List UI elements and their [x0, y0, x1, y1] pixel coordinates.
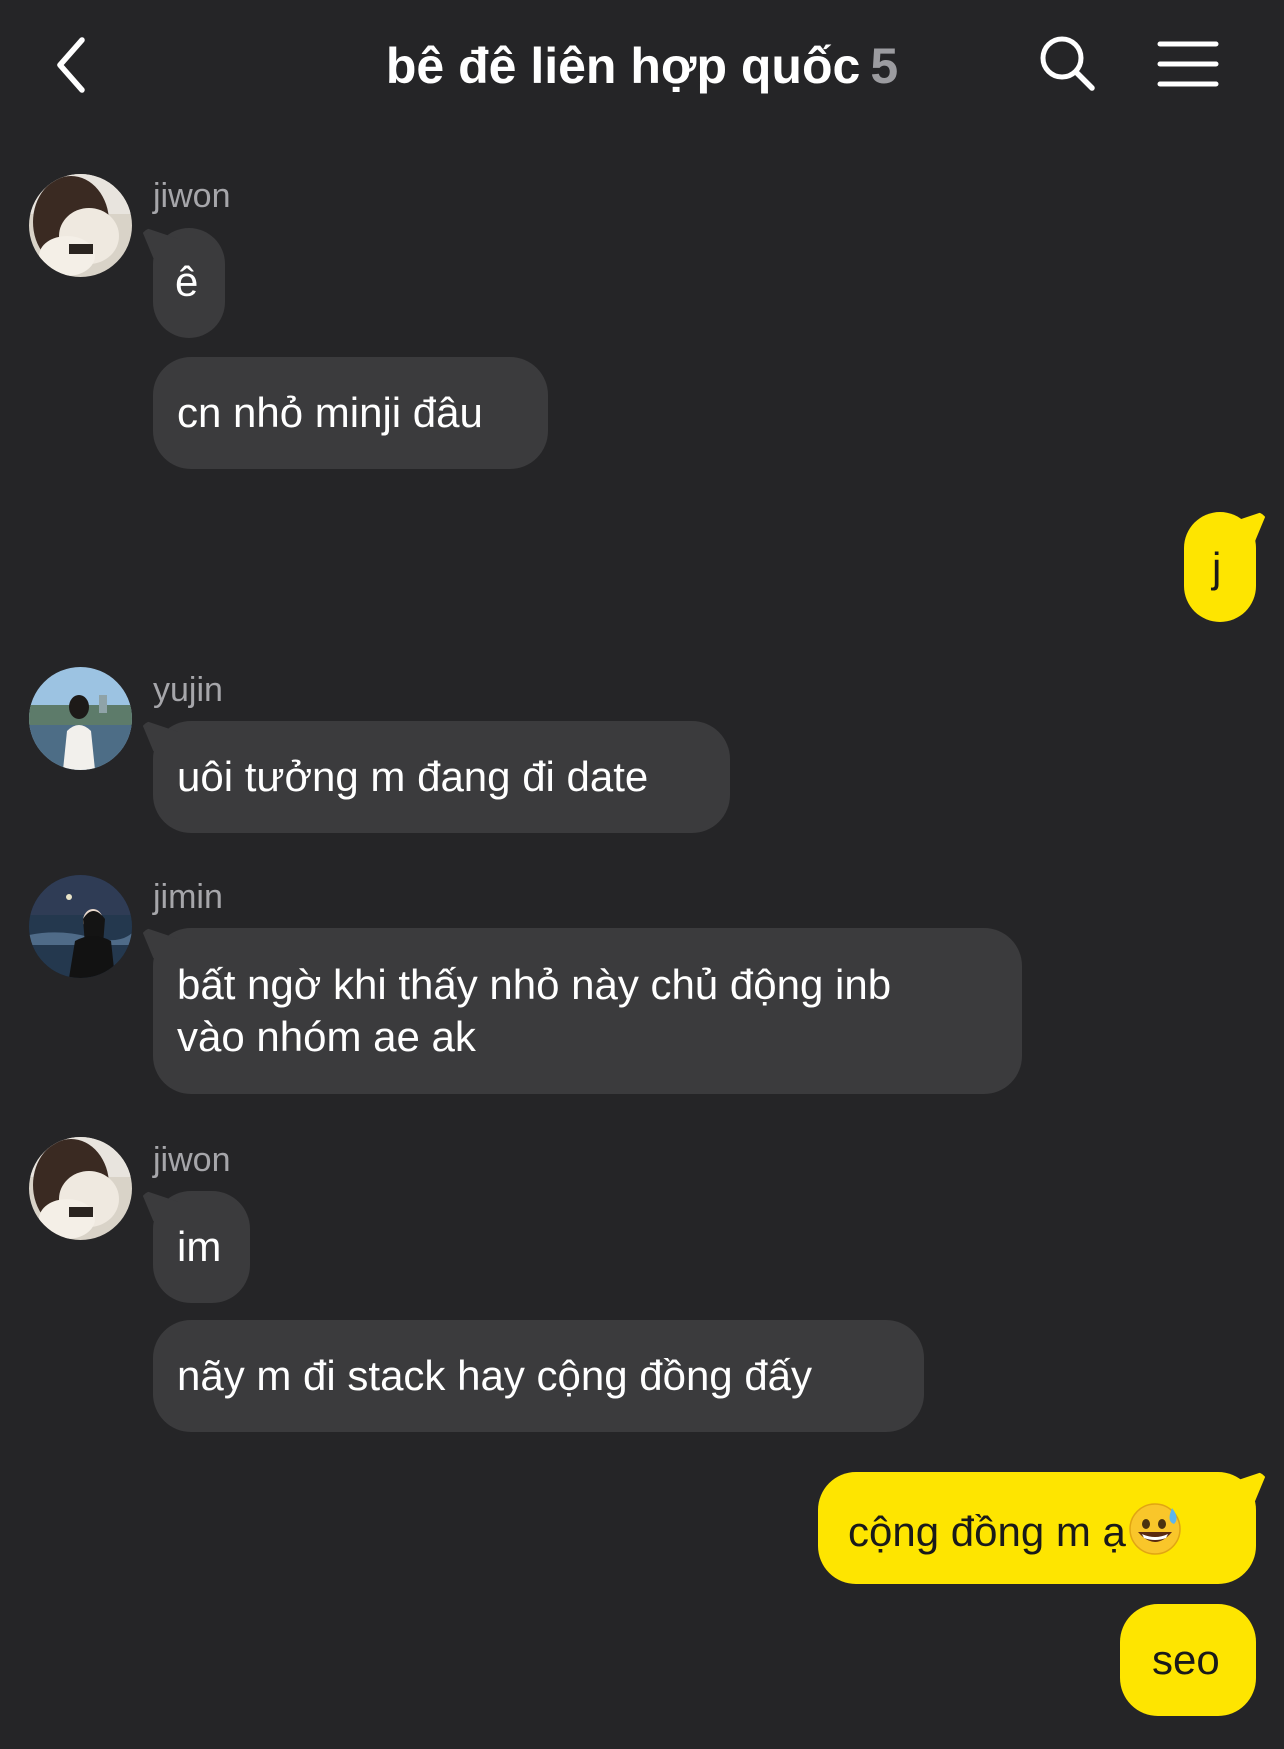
message-bubble[interactable]: uôi tưởng m đang đi date [153, 721, 730, 833]
sender-name: yujin [153, 671, 223, 709]
back-button[interactable] [52, 34, 112, 96]
message-text: cộng đồng m ạ [848, 1508, 1126, 1555]
message-text: ê [175, 258, 199, 305]
search-icon [1040, 36, 1095, 91]
member-count: 5 [870, 38, 899, 94]
message-text: im [177, 1223, 222, 1270]
avatar-photo [29, 174, 132, 277]
chevron-left-icon [57, 37, 85, 93]
grinning-sweat-emoji [1129, 1503, 1181, 1555]
message-bubble-self[interactable]: cộng đồng m ạ [818, 1472, 1256, 1584]
avatar-jiwon[interactable] [29, 174, 132, 277]
search-button[interactable] [1038, 34, 1098, 94]
message-bubble[interactable]: nãy m đi stack hay cộng đồng đấy [153, 1320, 924, 1432]
message-text: j [1212, 544, 1222, 591]
sender-name: jiwon [153, 177, 231, 215]
avatar-jimin[interactable] [29, 875, 132, 978]
message-bubble[interactable]: ê [153, 228, 225, 338]
avatar-yujin[interactable] [29, 667, 132, 770]
hamburger-menu-icon [1157, 41, 1219, 87]
message-text: nãy m đi stack hay cộng đồng đấy [177, 1352, 813, 1399]
sender-name: jimin [153, 878, 223, 916]
sender-name: jiwon [153, 1141, 231, 1179]
message-text: uôi tưởng m đang đi date [177, 753, 649, 800]
avatar-photo [29, 875, 132, 978]
chat-title: bê đê liên hợp quốc 5 [200, 36, 1084, 96]
message-text-line: vào nhóm ae ak [177, 1013, 476, 1060]
message-bubble-self[interactable]: seo [1120, 1604, 1256, 1716]
avatar-jiwon[interactable] [29, 1137, 132, 1240]
message-bubble[interactable]: im [153, 1191, 250, 1303]
message-bubble[interactable]: bất ngờ khi thấy nhỏ này chủ động inb và… [153, 928, 1022, 1094]
menu-button[interactable] [1156, 38, 1220, 90]
avatar-photo [29, 1137, 132, 1240]
message-text: seo [1152, 1636, 1220, 1683]
message-text: cn nhỏ minji đâu [177, 389, 483, 436]
message-text-line: bất ngờ khi thấy nhỏ này chủ động inb [177, 961, 892, 1008]
message-bubble-self[interactable]: j [1184, 512, 1256, 622]
avatar-photo [29, 667, 132, 770]
message-bubble[interactable]: cn nhỏ minji đâu [153, 357, 548, 469]
chat-header: bê đê liên hợp quốc 5 [0, 0, 1284, 140]
chat-title-text: bê đê liên hợp quốc [385, 38, 861, 94]
